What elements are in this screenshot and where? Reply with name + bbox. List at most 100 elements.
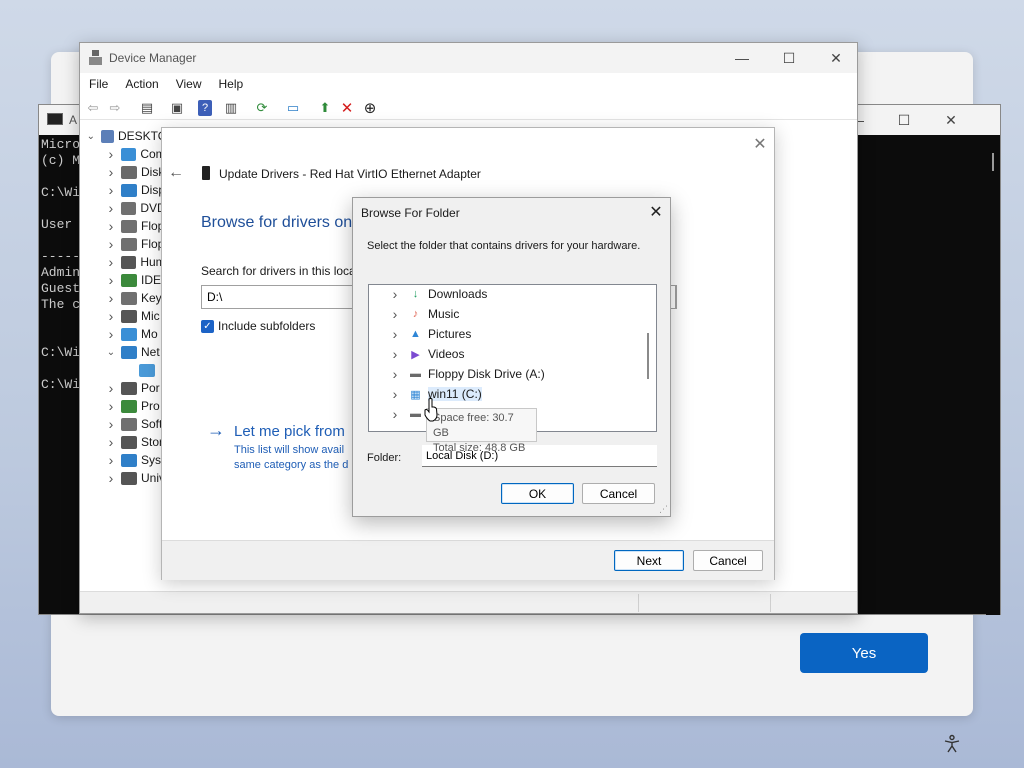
update-driver-icon[interactable]: ⬆ [316,99,334,117]
device-category[interactable]: › Disk [80,163,165,181]
scan-hardware-icon[interactable]: ⟳ [253,99,271,117]
device-category-icon [121,273,137,287]
chevron-right-icon[interactable]: › [106,290,116,306]
pick-description: This list will show avail [234,444,345,456]
device-category[interactable]: › Univ [80,469,165,487]
chevron-right-icon[interactable]: › [106,164,116,180]
chevron-right-icon[interactable]: › [390,406,400,422]
device-category[interactable]: › Por [80,379,165,397]
chevron-right-icon[interactable]: › [390,326,400,342]
disable-device-icon[interactable]: ⊕ [361,99,379,117]
view-icon[interactable]: ▣ [168,99,186,117]
folder-item[interactable]: › ▬ Floppy Disk Drive (A:) [369,364,639,384]
chevron-right-icon[interactable]: › [106,452,116,468]
device-category[interactable]: › Syst [80,451,165,469]
chevron-right-icon[interactable]: › [106,182,116,198]
cmd-scroll-thumb[interactable] [992,153,994,171]
chevron-right-icon[interactable]: › [390,366,400,382]
chevron-down-icon[interactable]: ⌄ [86,131,96,142]
cmd-maximize-icon[interactable]: ☐ [881,105,927,135]
device-category[interactable]: › Key [80,289,165,307]
folder-item[interactable]: › ▦ win11 (C:) [369,384,639,404]
folder-item[interactable]: › ↓ Downloads [369,285,639,304]
forward-icon[interactable]: ⇨ [106,99,124,117]
chevron-right-icon[interactable]: › [106,236,116,252]
device-manager-titlebar[interactable]: Device Manager ☐ ✕ — [80,43,857,73]
folder-label: Music [428,307,460,321]
chevron-right-icon[interactable]: › [390,346,400,362]
device-category[interactable]: › Mo [80,325,165,343]
ok-button[interactable]: OK [501,483,574,504]
monitor-icon[interactable]: ▭ [284,99,302,117]
device-category[interactable]: › Pro [80,397,165,415]
accessibility-icon[interactable] [942,734,962,754]
cmd-line: Micro [41,137,81,152]
device-category[interactable]: › Soft [80,415,165,433]
properties-icon[interactable]: ▤ [138,99,156,117]
menu-item-help[interactable]: Help [210,74,252,96]
uninstall-icon[interactable]: ✕ [338,99,356,117]
device-category[interactable]: › Stor [80,433,165,451]
close-icon[interactable]: ✕ [645,202,667,224]
chevron-right-icon[interactable]: › [390,306,400,322]
device-category[interactable]: › Com [80,145,165,163]
chevron-down-icon[interactable]: ⌄ [106,347,116,358]
back-arrow-icon[interactable]: ← [168,164,184,182]
folder-item[interactable]: › ▲ Pictures [369,324,639,344]
cmd-close-icon[interactable]: ✕ [928,105,974,135]
next-button[interactable]: Next [614,550,684,571]
chevron-right-icon[interactable]: › [106,200,116,216]
resize-grip-icon[interactable]: ⋰ [659,504,669,514]
status-divider [770,594,771,612]
menu-item-file[interactable]: File [80,74,116,96]
cmd-line: The c [41,297,81,312]
chevron-right-icon[interactable]: › [390,286,400,302]
device-category[interactable] [80,361,165,379]
device-category[interactable]: › Disp [80,181,165,199]
chevron-right-icon[interactable]: › [106,308,116,324]
device-category[interactable]: › DVD [80,199,165,217]
folder-item[interactable]: › ♪ Music [369,304,639,324]
include-subfolders-checkbox[interactable]: ✓ Include subfolders [201,319,315,333]
device-category[interactable]: › Hum [80,253,165,271]
back-icon[interactable]: ⇦ [84,99,102,117]
device-category[interactable]: › Flop [80,217,165,235]
help-icon[interactable]: ? [198,100,212,116]
pick-from-list-link[interactable]: Let me pick from [234,423,345,440]
checkmark-icon[interactable]: ✓ [201,319,214,333]
dm-minimize-icon[interactable]: — [719,43,765,73]
chevron-right-icon[interactable]: › [390,386,400,402]
chevron-right-icon[interactable]: › [106,434,116,450]
dm-maximize-icon[interactable]: ☐ [766,43,812,73]
device-category-label: Pro [141,399,160,413]
chevron-right-icon[interactable]: › [106,380,116,396]
folder-item[interactable]: › ▶ Videos [369,344,639,364]
menu-item-view[interactable]: View [167,74,210,96]
device-category-icon [120,201,137,215]
arrow-right-icon[interactable]: → [207,420,225,441]
scroll-thumb[interactable] [647,333,649,379]
tree-root[interactable]: ⌄ DESKTO [80,127,165,145]
chevron-right-icon[interactable]: › [106,470,116,486]
browse-button[interactable] [670,285,677,309]
chevron-right-icon[interactable]: › [106,218,116,234]
device-category[interactable]: › Flop [80,235,165,253]
resources-icon[interactable]: ▥ [222,99,240,117]
yes-button[interactable]: Yes [800,633,928,673]
menu-item-action[interactable]: Action [116,74,166,96]
device-category[interactable]: ⌄ Net [80,343,165,361]
chevron-right-icon[interactable]: › [106,146,116,162]
cancel-button[interactable]: Cancel [693,550,763,571]
close-icon[interactable]: ✕ [750,134,770,154]
dm-close-icon[interactable]: ✕ [813,43,859,73]
chevron-right-icon[interactable]: › [106,326,116,342]
instruction-text: Select the folder that contains drivers … [367,240,641,252]
cancel-button[interactable]: Cancel [582,483,655,504]
chevron-right-icon[interactable]: › [106,398,116,414]
device-category[interactable]: › IDE [80,271,165,289]
chevron-right-icon[interactable]: › [106,254,116,270]
cmd-scrollbar[interactable] [986,135,1000,615]
device-category[interactable]: › Mic [80,307,165,325]
chevron-right-icon[interactable]: › [106,272,116,288]
chevron-right-icon[interactable]: › [106,416,116,432]
